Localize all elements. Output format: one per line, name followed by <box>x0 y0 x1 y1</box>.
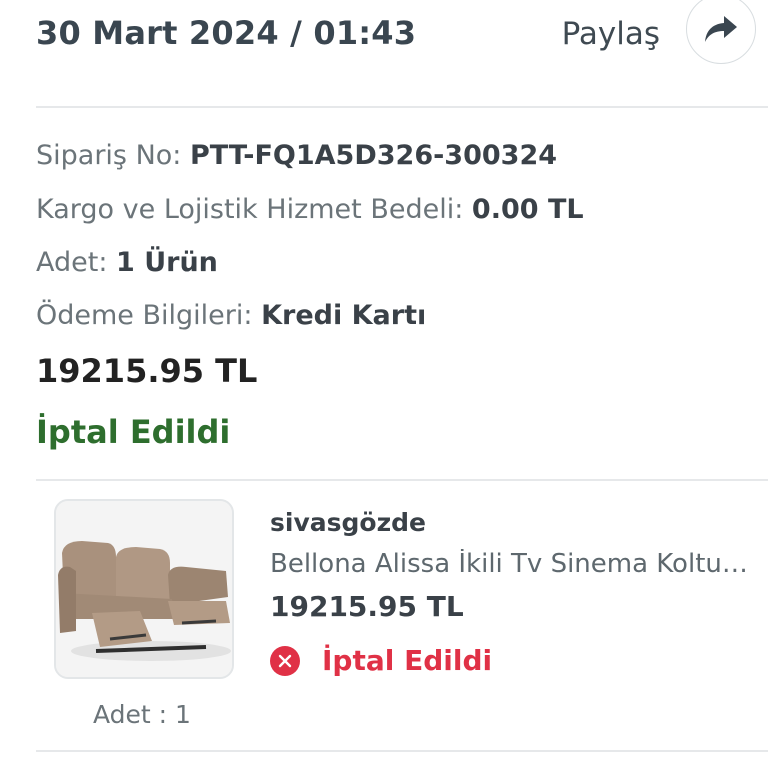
quantity-row: Adet: 1 Ürün <box>36 247 218 278</box>
order-number-row: Sipariş No: PTT-FQ1A5D326-300324 <box>36 140 557 171</box>
order-date: 30 Mart 2024 / 01:43 <box>36 14 417 52</box>
shipping-fee-value: 0.00 TL <box>471 194 584 225</box>
order-header: 30 Mart 2024 / 01:43 Paylaş <box>36 0 768 72</box>
payment-label: Ödeme Bilgileri: <box>36 300 253 331</box>
order-status: İptal Edildi <box>36 413 231 451</box>
product-quantity: Adet : 1 <box>93 700 191 729</box>
order-total: 19215.95 TL <box>36 352 258 390</box>
payment-row: Ödeme Bilgileri: Kredi Kartı <box>36 300 426 331</box>
order-number-label: Sipariş No: <box>36 140 182 171</box>
product-status-label: İptal Edildi <box>322 644 493 677</box>
order-detail-page: 30 Mart 2024 / 01:43 Paylaş Sipariş No: … <box>0 0 768 768</box>
cancel-x-icon <box>270 645 300 676</box>
recliner-sofa-image <box>56 501 232 677</box>
shipping-fee-row: Kargo ve Lojistik Hizmet Bedeli: 0.00 TL <box>36 194 584 225</box>
product-name[interactable]: Bellona Alissa İkili Tv Sinema Koltuk Ta… <box>270 549 750 579</box>
quantity-label: Adet: <box>36 247 108 278</box>
share-label[interactable]: Paylaş <box>562 16 660 52</box>
shipping-fee-label: Kargo ve Lojistik Hizmet Bedeli: <box>36 194 464 225</box>
quantity-value: 1 Ürün <box>116 247 218 278</box>
order-number-value: PTT-FQ1A5D326-300324 <box>189 140 558 171</box>
share-button[interactable] <box>686 0 756 64</box>
product-status: İptal Edildi <box>270 644 492 677</box>
share-arrow-icon <box>705 16 737 42</box>
product-price: 19215.95 TL <box>270 590 464 623</box>
seller-name[interactable]: sivasgözde <box>270 508 426 537</box>
header-divider <box>36 106 768 108</box>
payment-value: Kredi Kartı <box>261 300 427 331</box>
product-image[interactable] <box>54 499 234 679</box>
section-divider <box>36 479 768 481</box>
bottom-divider <box>36 750 768 752</box>
